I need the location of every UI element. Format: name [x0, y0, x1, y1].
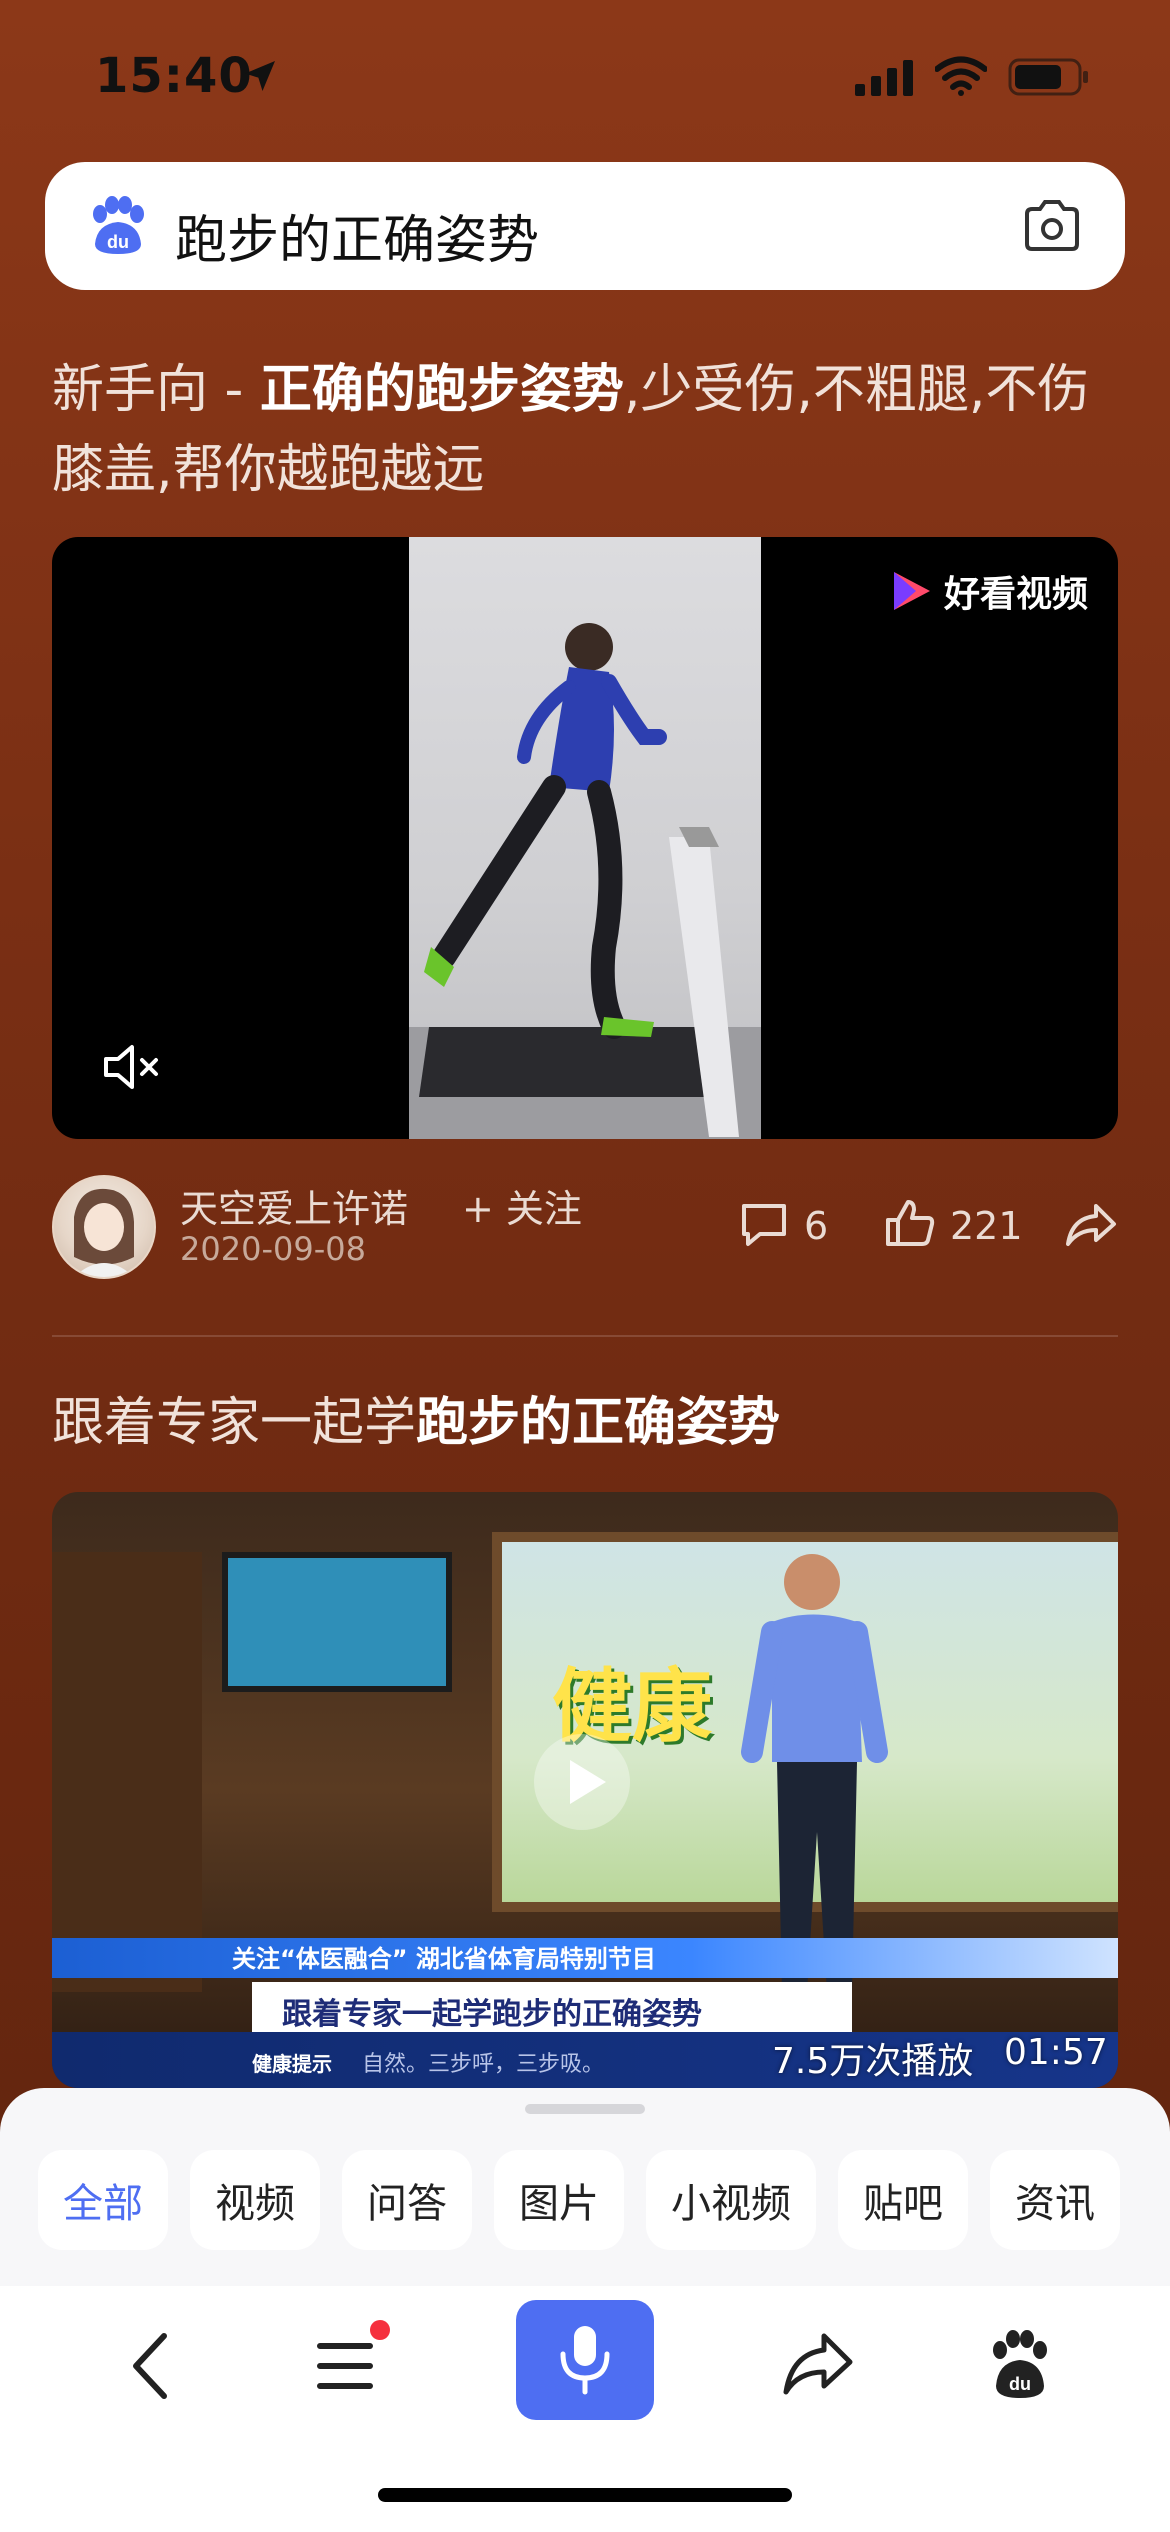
result-title[interactable]: 新手向 - 正确的跑步姿势,少受伤,不粗腿,不伤膝盖,帮你越跑越远	[52, 350, 1122, 510]
svg-text:du: du	[107, 232, 129, 252]
result-divider	[52, 1335, 1118, 1337]
comment-icon[interactable]	[738, 1200, 790, 1248]
tab-tieba[interactable]: 贴吧	[838, 2150, 968, 2250]
video-frame	[409, 537, 761, 1139]
share-icon[interactable]	[780, 2330, 856, 2400]
avatar[interactable]	[52, 1175, 156, 1279]
mute-icon[interactable]	[102, 1042, 162, 1092]
wifi-icon	[935, 56, 987, 96]
video-player[interactable]: 好看视频	[52, 537, 1118, 1139]
search-bar[interactable]: du 跑步的正确姿势	[45, 162, 1125, 290]
back-icon[interactable]	[120, 2326, 180, 2406]
baidu-paw-icon[interactable]: du	[988, 2326, 1052, 2402]
mic-icon	[560, 2326, 610, 2395]
source-badge: 好看视频	[886, 565, 1088, 617]
voice-search-button[interactable]	[516, 2300, 654, 2420]
small-tv-decor	[222, 1552, 452, 1692]
notification-dot	[370, 2320, 390, 2340]
video-caption: 跟着专家一起学跑步的正确姿势	[282, 1997, 702, 2032]
tab-all[interactable]: 全部	[38, 2150, 168, 2250]
location-arrow-icon	[245, 61, 275, 91]
runner-image	[409, 623, 761, 1139]
result-title-highlight: 正确的跑步姿势	[259, 360, 624, 420]
haokan-logo-icon	[893, 572, 930, 610]
tab-images[interactable]: 图片	[494, 2150, 624, 2250]
result-title[interactable]: 跟着专家一起学跑步的正确姿势	[52, 1380, 780, 1455]
news-bar-text: 关注“体医融合” 湖北省体育局特别节目	[232, 1945, 656, 1973]
tab-qa[interactable]: 问答	[342, 2150, 472, 2250]
result-title-prefix: 跟着专家一起学	[52, 1393, 417, 1453]
tip-label: 健康提示	[252, 2052, 332, 2076]
comment-count[interactable]: 6	[804, 1204, 828, 1248]
camera-icon[interactable]	[1019, 192, 1085, 258]
bookshelf-decor	[52, 1552, 202, 1992]
tab-news[interactable]: 资讯	[990, 2150, 1120, 2250]
battery-icon	[1008, 58, 1088, 96]
baidu-paw-icon: du	[93, 196, 144, 254]
result-title-prefix: 新手向 -	[52, 360, 260, 420]
post-date: 2020-09-08	[180, 1230, 366, 1268]
status-bar: 15:40	[0, 0, 1170, 150]
search-input[interactable]: 跑步的正确姿势	[175, 198, 539, 273]
avatar-image	[74, 1188, 134, 1277]
result-title-highlight: 跑步的正确姿势	[416, 1393, 781, 1453]
play-icon[interactable]	[532, 1732, 632, 1832]
home-indicator[interactable]	[378, 2488, 792, 2502]
signal-icon	[855, 60, 913, 96]
video-duration: 01:57	[1004, 2032, 1108, 2073]
tip-text: 自然。三步呼，三步吸。	[362, 2052, 605, 2077]
status-time: 15:40	[95, 48, 253, 104]
sheet-handle[interactable]	[525, 2104, 645, 2114]
play-count: 7.5万次播放	[772, 2041, 974, 2082]
author-name[interactable]: 天空爱上许诺	[180, 1178, 408, 1233]
share-icon[interactable]	[1064, 1202, 1118, 1248]
video-thumbnail[interactable]: 健康 关注“体医融合” 湖北省体育局特别节目 跟着专家一起学跑步的正确姿势 健康…	[52, 1492, 1118, 2088]
like-count[interactable]: 221	[950, 1204, 1023, 1248]
tab-short-video[interactable]: 小视频	[646, 2150, 816, 2250]
follow-button[interactable]: + 关注	[462, 1178, 582, 1233]
tab-video[interactable]: 视频	[190, 2150, 320, 2250]
like-icon[interactable]	[884, 1198, 936, 1248]
source-badge-label: 好看视频	[943, 574, 1088, 615]
category-tabs: 全部 视频 问答 图片 小视频 贴吧 资讯	[38, 2150, 1120, 2250]
svg-text:du: du	[1009, 2374, 1031, 2394]
